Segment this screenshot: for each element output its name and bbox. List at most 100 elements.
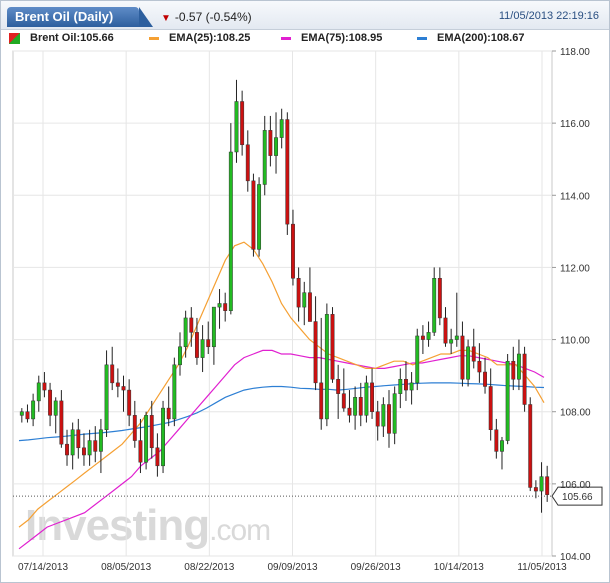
candle — [511, 346, 516, 391]
candlestick-chart: 105.66 104.00106.00108.00110.00112.00114… — [12, 47, 603, 573]
candle-body — [494, 429, 499, 452]
candle — [211, 306, 216, 365]
candle-body — [257, 184, 262, 250]
candle-body — [138, 440, 143, 463]
candle — [375, 400, 380, 441]
candle-body — [211, 306, 216, 348]
candle-body — [48, 389, 53, 416]
candle — [336, 364, 341, 419]
candle — [330, 307, 335, 383]
candle — [98, 418, 103, 474]
candle — [19, 408, 24, 423]
candle-body — [533, 487, 538, 492]
candle — [296, 267, 301, 322]
candle — [437, 267, 442, 326]
candle-body — [387, 404, 391, 434]
candle — [25, 404, 30, 423]
candle — [483, 357, 487, 394]
candle-body — [443, 317, 448, 344]
candle — [194, 317, 199, 365]
candle — [279, 108, 284, 149]
candle — [409, 372, 414, 405]
candle — [76, 418, 81, 459]
candle — [70, 422, 75, 470]
x-tick-label: 10/14/2013 — [434, 562, 484, 573]
candle — [370, 368, 375, 419]
candle-body — [104, 364, 109, 431]
candle-body — [172, 364, 177, 420]
candle — [539, 462, 544, 513]
candle — [522, 346, 527, 412]
candle — [87, 429, 92, 466]
x-tick-label: 07/14/2013 — [18, 562, 68, 573]
candle-body — [42, 382, 47, 391]
y-tick-label: 106.00 — [560, 480, 591, 491]
candle-body — [25, 411, 30, 420]
candle — [223, 292, 228, 322]
candle-body — [149, 415, 154, 449]
candle — [454, 292, 459, 347]
candle-body — [291, 223, 295, 279]
candle — [274, 112, 278, 174]
candle — [262, 115, 267, 196]
candle-body — [161, 407, 165, 467]
candle — [488, 368, 493, 441]
candle — [240, 90, 245, 156]
candle — [127, 379, 132, 427]
candle — [31, 393, 36, 427]
candle — [533, 480, 538, 499]
candle — [364, 375, 369, 423]
y-tick-label: 114.00 — [560, 191, 590, 202]
y-tick-label: 112.00 — [560, 263, 590, 274]
candle-body — [313, 321, 318, 384]
candle-body — [404, 379, 408, 391]
y-tick-label: 116.00 — [560, 119, 590, 130]
candle-body — [82, 447, 86, 456]
candle-body — [234, 101, 239, 153]
ema-lines — [18, 241, 545, 550]
chart-frame: Brent Oil (Daily) ▼ -0.57 (-0.54%) 11/05/… — [0, 0, 610, 583]
candle-body — [70, 429, 75, 456]
candle-body — [375, 411, 380, 427]
candle-body — [500, 440, 504, 452]
candle — [104, 350, 109, 437]
candle — [65, 429, 69, 466]
candle — [432, 267, 437, 336]
x-tick-label: 11/05/2013 — [517, 562, 567, 573]
y-tick-label: 110.00 — [560, 336, 590, 347]
candle — [200, 325, 205, 373]
candle — [324, 303, 329, 427]
candle-body — [471, 346, 476, 362]
candle-body — [460, 335, 465, 380]
candle-body — [307, 292, 312, 322]
candle-body — [398, 379, 403, 394]
candle-body — [223, 303, 228, 311]
candle-body — [115, 382, 120, 387]
candle-body — [98, 429, 103, 452]
candle-body — [194, 332, 199, 358]
candle-body — [392, 393, 397, 434]
x-axis: 07/14/2013 08/05/2013 08/22/2013 09/09/2013… — [18, 562, 567, 573]
ema75-line — [18, 349, 545, 550]
candle — [415, 328, 420, 391]
candle — [347, 390, 352, 423]
candles — [19, 79, 550, 513]
candle — [132, 400, 137, 448]
candle — [307, 267, 312, 322]
candle-body — [178, 346, 182, 366]
candle-body — [132, 415, 137, 441]
candle — [93, 426, 98, 463]
candle — [404, 361, 408, 401]
candle — [466, 339, 471, 387]
candle-body — [110, 364, 115, 384]
candle — [471, 328, 476, 369]
candle — [245, 130, 250, 192]
candle — [387, 390, 391, 448]
candle-body — [488, 386, 493, 431]
candle — [115, 368, 120, 398]
candle-body — [324, 314, 329, 420]
candle-body — [302, 292, 307, 308]
candle-body — [347, 407, 352, 416]
candle — [217, 289, 222, 329]
candle — [251, 173, 256, 257]
